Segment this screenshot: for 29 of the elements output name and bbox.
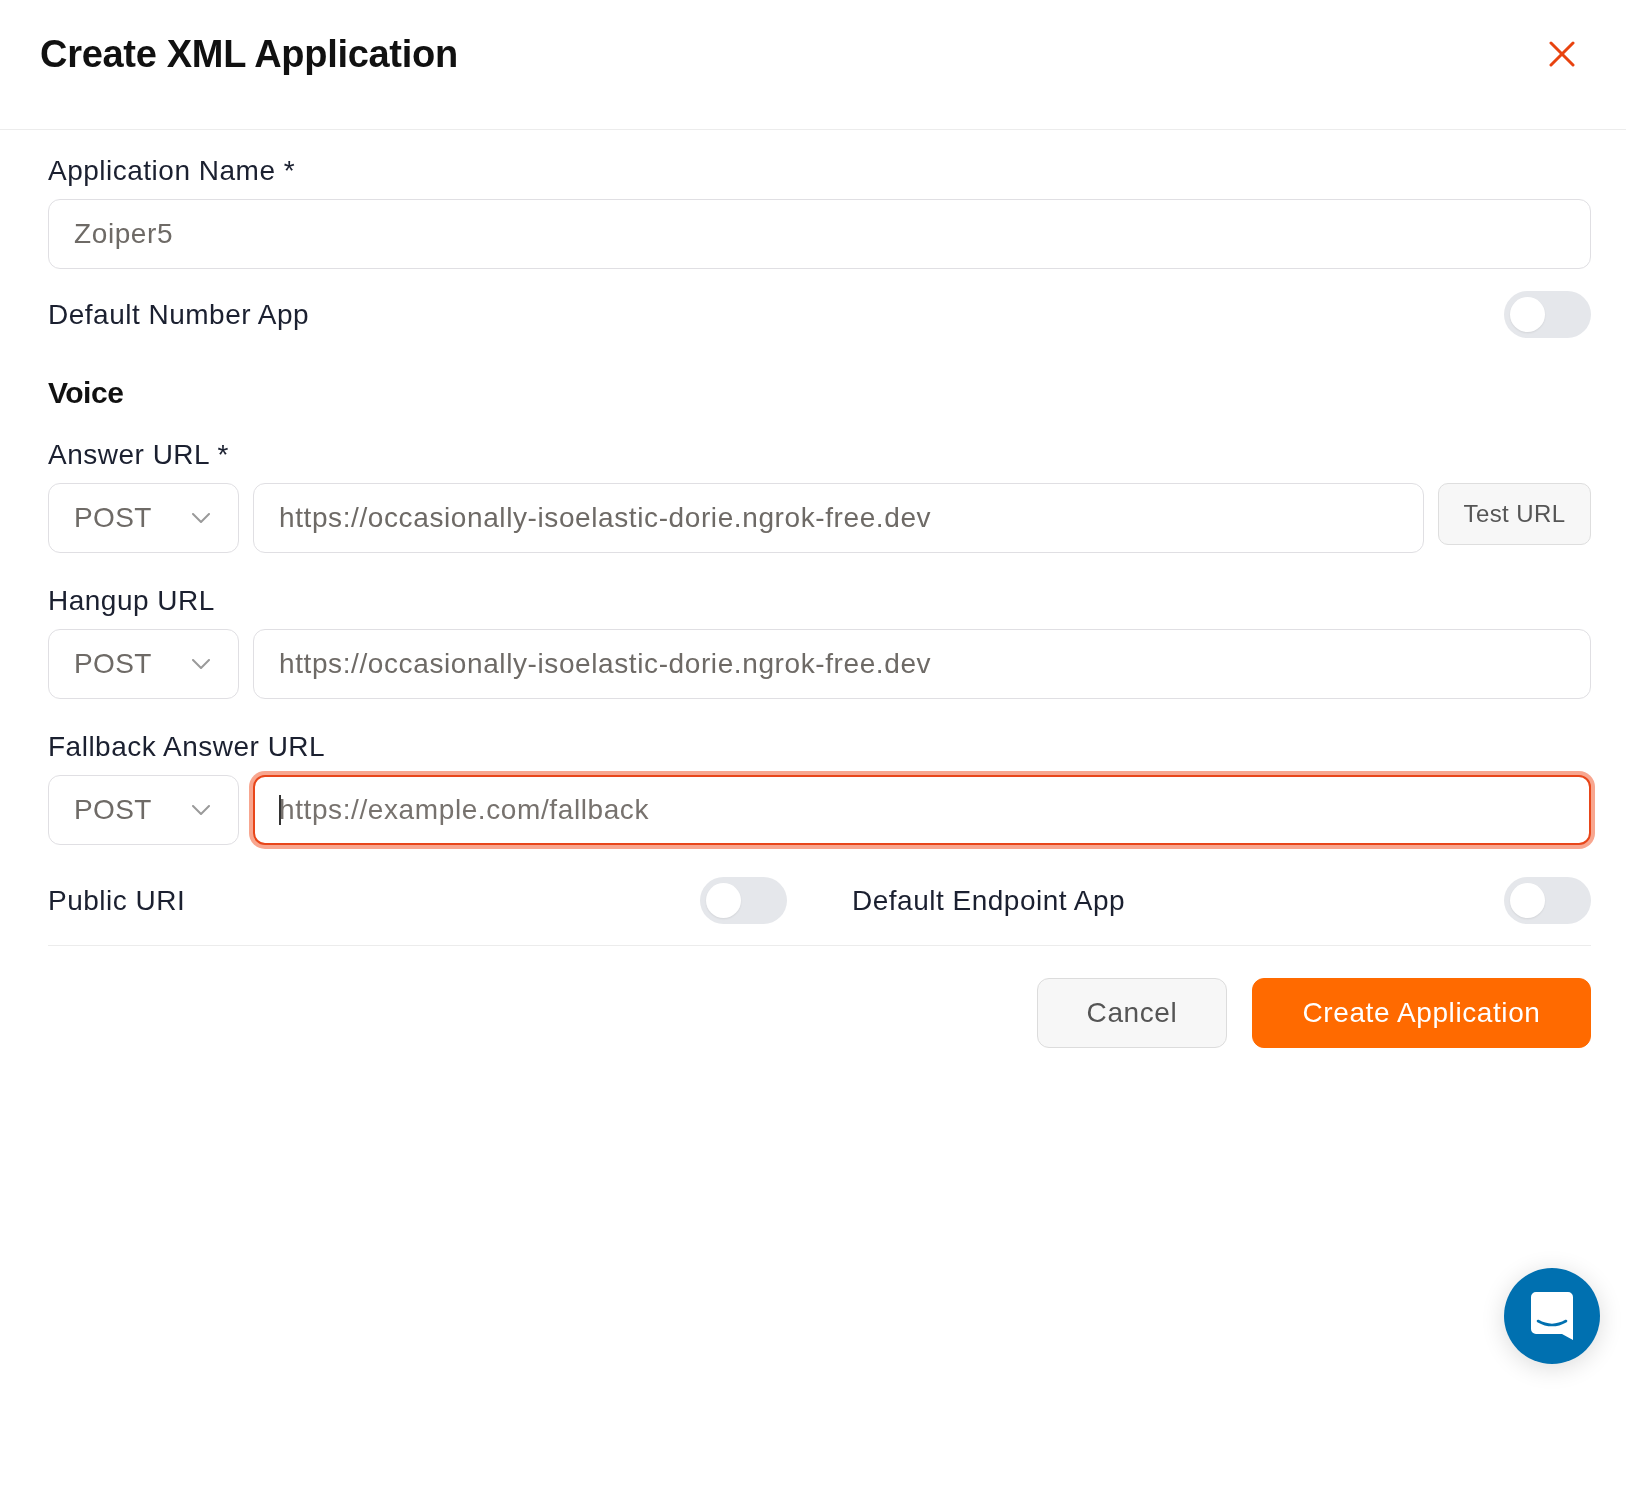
chat-bubble-icon bbox=[1531, 1292, 1573, 1340]
toggle-switch[interactable] bbox=[700, 877, 787, 924]
test-url-button[interactable]: Test URL bbox=[1438, 483, 1591, 545]
create-button[interactable]: Create Application bbox=[1252, 978, 1591, 1048]
chevron-down-icon bbox=[192, 513, 210, 523]
chevron-down-icon bbox=[192, 659, 210, 669]
toggle-switch[interactable] bbox=[1504, 877, 1591, 924]
dialog-title: Create XML Application bbox=[40, 31, 458, 77]
chevron-down-icon bbox=[192, 805, 210, 815]
name-input[interactable]: Zoiper5 bbox=[48, 199, 1591, 269]
cancel-button[interactable]: Cancel bbox=[1037, 978, 1227, 1048]
toggle-label: Default Number App bbox=[48, 299, 310, 330]
field-label: Application Name * bbox=[48, 155, 296, 186]
field-label: Hangup URL bbox=[48, 585, 215, 616]
url-input[interactable]: https://occasionally-isoelastic-dorie.ngrok-free.dev bbox=[253, 629, 1591, 699]
method-select[interactable]: POST bbox=[48, 483, 239, 553]
toggle-switch[interactable] bbox=[1504, 291, 1591, 338]
url-input[interactable]: https://occasionally-isoelastic-dorie.ngrok-free.dev bbox=[253, 483, 1424, 553]
close-button[interactable] bbox=[1549, 40, 1575, 67]
toggle-label: Public URI bbox=[48, 885, 186, 916]
method-select[interactable]: POST bbox=[48, 629, 239, 699]
method-select[interactable]: POST bbox=[48, 775, 239, 845]
toggle-label: Default Endpoint App bbox=[852, 885, 1126, 916]
url-input[interactable]: https://example.com/fallback bbox=[253, 775, 1591, 845]
section-heading: Voice bbox=[48, 376, 124, 410]
text-cursor-icon bbox=[279, 795, 281, 825]
field-label: Fallback Answer URL bbox=[48, 731, 326, 762]
close-icon bbox=[1549, 40, 1575, 67]
field-label: Answer URL * bbox=[48, 439, 229, 470]
